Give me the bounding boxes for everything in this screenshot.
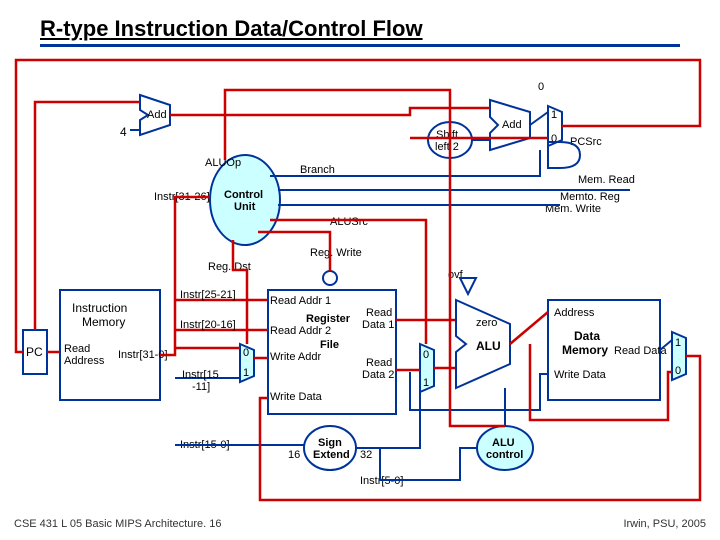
svg-text:1: 1 — [675, 337, 681, 349]
rd1-2: Data 1 — [362, 319, 394, 331]
imem-read-2: Address — [64, 355, 105, 367]
memread-label: Mem. Read — [578, 174, 635, 186]
alusrc-label: ALUSrc — [330, 216, 368, 228]
imem-read-1: Read — [64, 343, 90, 355]
svg-text:Extend: Extend — [313, 449, 350, 461]
imem-label-1: Instruction — [72, 301, 127, 315]
memtoreg-label: Memto. Reg — [560, 191, 620, 203]
svg-text:0: 0 — [423, 349, 429, 361]
ra2-label: Read Addr 2 — [270, 325, 331, 337]
branch-label: Branch — [300, 164, 335, 176]
zero-label: zero — [476, 317, 497, 329]
dmem-addr: Address — [554, 307, 595, 319]
control-2: Unit — [234, 201, 256, 213]
control-1: Control — [224, 189, 263, 201]
rs-field: Instr[25-21] — [180, 289, 236, 301]
wa-label: Write Addr — [270, 351, 321, 363]
svg-text:Memory: Memory — [562, 343, 608, 357]
rt-field: Instr[20-16] — [180, 319, 236, 331]
se-out: 32 — [360, 449, 372, 461]
ra1-label: Read Addr 1 — [270, 295, 331, 307]
aluop-label: ALUOp — [205, 157, 241, 169]
rd1-1: Read — [366, 307, 392, 319]
datapath-diagram: PC Instruction Memory Read Address Instr… — [0, 0, 720, 540]
four-label: 4 — [120, 125, 127, 139]
dmem-rd: Read Data — [614, 345, 667, 357]
alu-label: ALU — [476, 339, 501, 353]
pcsrc-mux-0: 0 — [551, 133, 557, 145]
svg-text:0: 0 — [675, 365, 681, 377]
rd2-2: Data 2 — [362, 369, 394, 381]
svg-text:ALU: ALU — [492, 437, 515, 449]
svg-text:File: File — [320, 339, 339, 351]
svg-text:Sign: Sign — [318, 437, 342, 449]
se-in: 16 — [288, 449, 300, 461]
add2-label: Add — [502, 119, 522, 131]
svg-text:1: 1 — [243, 367, 249, 379]
svg-text:control: control — [486, 449, 523, 461]
svg-text:-11]: -11] — [192, 381, 210, 393]
shl-2: left 2 — [435, 141, 459, 153]
svg-text:1: 1 — [423, 377, 429, 389]
svg-text:Register: Register — [306, 313, 351, 325]
pc-label: PC — [26, 345, 43, 359]
add1-label: Add — [147, 109, 167, 121]
pcsrc-mux-1: 1 — [551, 109, 557, 121]
imem-label-2: Memory — [82, 315, 125, 329]
rd2-1: Read — [366, 357, 392, 369]
mux0-ext: 0 — [538, 81, 544, 93]
regwrite-label: Reg. Write — [310, 247, 362, 259]
wd-label: Write Data — [270, 391, 323, 403]
svg-text:0: 0 — [243, 347, 249, 359]
svg-text:Data: Data — [574, 329, 600, 343]
dmem-wd: Write Data — [554, 369, 607, 381]
svg-text:Instr[15: Instr[15 — [182, 369, 219, 381]
